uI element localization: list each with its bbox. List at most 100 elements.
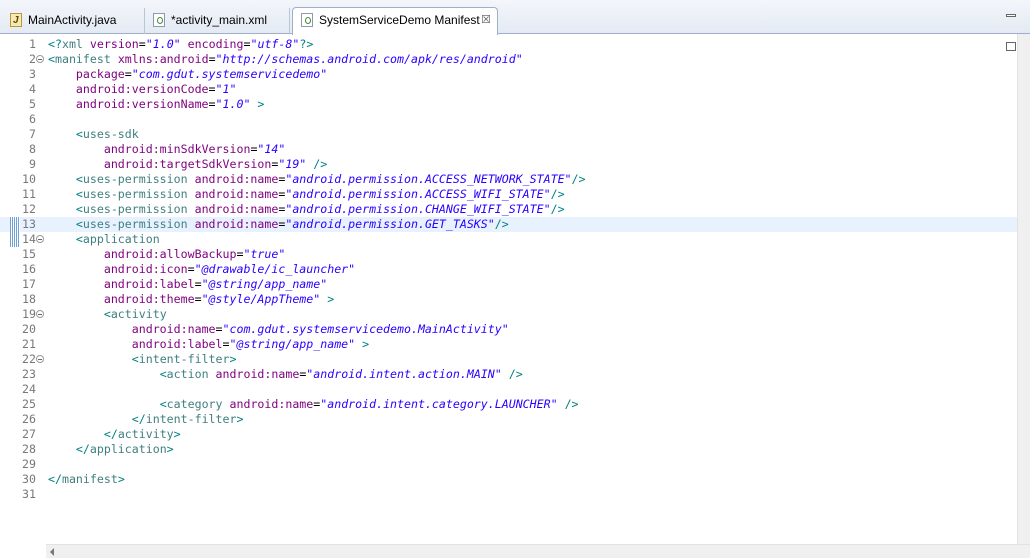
token-attr: android:icon <box>103 262 188 276</box>
line-number: 16 <box>22 262 36 276</box>
token-bracket: <? <box>48 37 62 51</box>
code-line[interactable]: 19 <activity <box>0 307 1017 322</box>
line-number: 17 <box>22 277 36 291</box>
close-tab-icon[interactable]: ☒ <box>481 8 491 32</box>
line-number: 20 <box>22 322 36 336</box>
code-text: <manifest xmlns:android="http://schemas.… <box>48 52 523 67</box>
token-tag: manifest <box>61 472 118 486</box>
code-line[interactable]: 1 <?xml version="1.0" encoding="utf-8"?> <box>0 37 1017 52</box>
line-number: 8 <box>29 142 36 156</box>
token-attr: android:theme <box>103 292 195 306</box>
code-text: android:minSdkVersion="14" <box>48 142 286 157</box>
tab-main-activity-java[interactable]: MainActivity.java <box>2 8 145 34</box>
code-line[interactable]: 24 <box>0 382 1017 397</box>
token-attr: android:versionCode <box>75 82 209 96</box>
token-attr: android:name <box>194 217 279 231</box>
line-number: 27 <box>22 427 36 441</box>
fold-toggle-icon[interactable] <box>36 55 44 63</box>
xml-source-editor[interactable]: 1 <?xml version="1.0" encoding="utf-8"?> 2… <box>0 34 1030 544</box>
token-tag: uses-permission <box>82 202 188 216</box>
code-line[interactable]: 10 <uses-permission android:name="androi… <box>0 172 1017 187</box>
code-line[interactable]: 12 <uses-permission android:name="androi… <box>0 202 1017 217</box>
code-line[interactable]: 7 <uses-sdk <box>0 127 1017 142</box>
code-line[interactable]: 30 </manifest> <box>0 472 1017 487</box>
code-text: <uses-permission android:name="android.p… <box>48 202 565 217</box>
line-number: 28 <box>22 442 36 456</box>
code-line[interactable]: 2 <manifest xmlns:android="http://schemas… <box>0 52 1017 67</box>
line-number: 10 <box>22 172 36 186</box>
line-number: 12 <box>22 202 36 216</box>
token-attr: package <box>75 67 125 81</box>
token-tag: manifest <box>54 52 111 66</box>
code-text: android:theme="@style/AppTheme" > <box>48 292 334 307</box>
code-line[interactable]: 15 android:allowBackup="true" <box>0 247 1017 262</box>
code-line[interactable]: 11 <uses-permission android:name="androi… <box>0 187 1017 202</box>
code-line[interactable]: 29 <box>0 457 1017 472</box>
fold-toggle-icon[interactable] <box>36 310 44 318</box>
line-number: 21 <box>22 337 36 351</box>
code-line[interactable]: 20 android:name="com.gdut.systemserviced… <box>0 322 1017 337</box>
token-bracket: < <box>75 172 83 186</box>
code-line[interactable]: 26 </intent-filter> <box>0 412 1017 427</box>
line-number: 1 <box>29 37 36 51</box>
token-val: "@style/AppTheme" <box>201 292 321 306</box>
code-line[interactable]: 14 <application <box>0 232 1017 247</box>
fold-toggle-icon[interactable] <box>36 355 44 363</box>
token-bracket: < <box>131 352 139 366</box>
code-line[interactable]: 9 android:targetSdkVersion="19" /> <box>0 157 1017 172</box>
code-line[interactable]: 4 android:versionCode="1" <box>0 82 1017 97</box>
token-bracket: < <box>75 127 83 141</box>
token-bracket: < <box>75 217 83 231</box>
token-val: "android.permission.GET_TASKS" <box>285 217 495 231</box>
vertical-scrollbar[interactable] <box>1017 34 1030 544</box>
code-line[interactable]: 28 </application> <box>0 442 1017 457</box>
maximize-icon[interactable] <box>1006 42 1016 51</box>
token-eq: = <box>187 262 195 276</box>
token-bracket: /> <box>571 172 586 186</box>
line-number: 18 <box>22 292 36 306</box>
ruler-corner <box>0 544 46 558</box>
scroll-left-icon[interactable] <box>50 548 54 556</box>
code-line[interactable]: 31 <box>0 487 1017 502</box>
line-number: 11 <box>22 187 36 201</box>
code-line[interactable]: 16 android:icon="@drawable/ic_launcher" <box>0 262 1017 277</box>
code-line[interactable]: 18 android:theme="@style/AppTheme" > <box>0 292 1017 307</box>
code-text: android:versionCode="1" <box>48 82 237 97</box>
minimize-icon[interactable] <box>1006 14 1016 17</box>
code-line[interactable]: 27 </activity> <box>0 427 1017 442</box>
code-text: </manifest> <box>48 472 125 487</box>
code-line[interactable]: 3 package="com.gdut.systemservicedemo" <box>0 67 1017 82</box>
code-line[interactable]: 23 <action android:name="android.intent.… <box>0 367 1017 382</box>
code-line[interactable]: 13 <uses-permission android:name="androi… <box>0 217 1017 232</box>
token-val: "android.intent.action.MAIN" <box>306 367 502 381</box>
line-number: 2 <box>29 52 36 66</box>
token-tag: intent-filter <box>145 412 237 426</box>
token-val: "com.gdut.systemservicedemo" <box>131 67 328 81</box>
code-line[interactable]: 22 <intent-filter> <box>0 352 1017 367</box>
line-number: 7 <box>29 127 36 141</box>
code-line[interactable]: 17 android:label="@string/app_name" <box>0 277 1017 292</box>
code-line[interactable]: 5 android:versionName="1.0" > <box>0 97 1017 112</box>
code-line[interactable]: 21 android:label="@string/app_name" > <box>0 337 1017 352</box>
code-line[interactable]: 6 <box>0 112 1017 127</box>
horizontal-scrollbar[interactable] <box>46 544 1030 558</box>
line-number: 24 <box>22 382 36 396</box>
tab-activity-main-xml[interactable]: *activity_main.xml <box>145 8 290 34</box>
token-attr: android:name <box>131 322 216 336</box>
fold-toggle-icon[interactable] <box>36 235 44 243</box>
tab-manifest[interactable]: SystemServiceDemo Manifest ☒ <box>292 7 498 35</box>
line-number: 3 <box>29 67 36 81</box>
code-line[interactable]: 25 <category android:name="android.inten… <box>0 397 1017 412</box>
code-line[interactable]: 8 android:minSdkVersion="14" <box>0 142 1017 157</box>
